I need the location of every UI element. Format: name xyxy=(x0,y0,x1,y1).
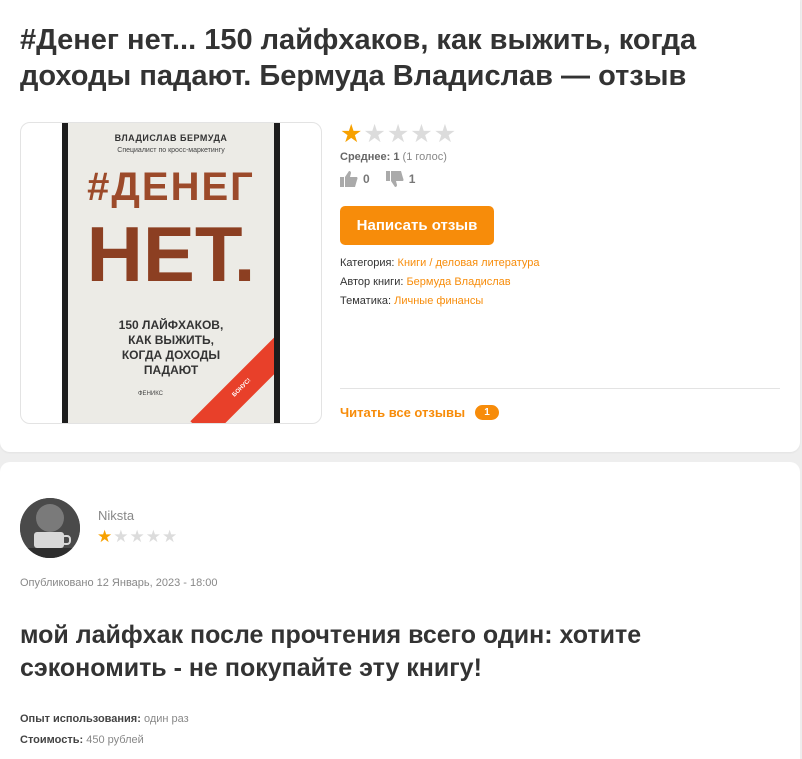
review-rating-stars: ★ ★ ★ ★ ★ xyxy=(97,528,177,546)
book-cover[interactable]: ВЛАДИСЛАВ БЕРМУДА Специалист по кросс-ма… xyxy=(62,123,280,423)
star-icon: ★ xyxy=(113,527,129,546)
category-link[interactable]: Книги / деловая литература xyxy=(398,257,540,269)
cost-row: Стоимость: 450 рублей xyxy=(20,734,144,746)
page-title: #Денег нет... 150 лайфхаков, как выжить,… xyxy=(20,24,697,92)
product-rating-stars[interactable]: ★ ★ ★ ★ ★ xyxy=(340,122,456,147)
average-label: Среднее: 1 xyxy=(340,151,400,163)
votes-count: (1 голос) xyxy=(402,151,447,163)
avatar[interactable] xyxy=(20,498,80,558)
category-row: Категория: Книги / деловая литература xyxy=(340,257,540,269)
author-row: Автор книги: Бермуда Владислав xyxy=(340,276,511,288)
star-icon[interactable]: ★ xyxy=(410,122,432,147)
write-review-button[interactable]: Написать отзыв xyxy=(340,206,494,245)
review-date: Опубликовано 12 Январь, 2023 - 18:00 xyxy=(20,577,218,589)
review-title: мой лайфхак после прочтения всего один: … xyxy=(20,621,642,682)
cost-label: Стоимость: xyxy=(20,734,84,746)
theme-row: Тематика: Личные финансы xyxy=(340,295,483,307)
star-icon: ★ xyxy=(129,527,145,546)
star-icon: ★ xyxy=(162,527,178,546)
star-icon[interactable]: ★ xyxy=(434,122,456,147)
reviews-count-badge: 1 xyxy=(475,405,500,420)
cover-subtitle: Специалист по кросс-маркетингу xyxy=(117,147,225,154)
experience-label: Опыт использования: xyxy=(20,713,141,725)
author-link[interactable]: Бермуда Владислав xyxy=(406,276,510,288)
cost-value: 450 рублей xyxy=(86,734,144,746)
votes-bar: 0 1 xyxy=(340,171,431,187)
star-icon: ★ xyxy=(97,527,113,546)
dislikes-count: 1 xyxy=(408,172,416,186)
experience-row: Опыт использования: один раз xyxy=(20,713,189,725)
cover-title-line1: #ДЕНЕГ xyxy=(87,165,255,209)
likes-count: 0 xyxy=(363,172,370,186)
thumb-down-icon[interactable] xyxy=(385,171,404,187)
star-icon[interactable]: ★ xyxy=(387,122,409,147)
average-rating: Среднее: 1 (1 голос) xyxy=(340,151,447,163)
cover-publisher: ФЕНИКС xyxy=(138,391,163,397)
review-author-name[interactable]: Niksta xyxy=(98,508,134,523)
divider xyxy=(340,388,780,389)
star-icon[interactable]: ★ xyxy=(340,122,362,147)
star-icon[interactable]: ★ xyxy=(363,122,385,147)
theme-link[interactable]: Личные финансы xyxy=(394,295,483,307)
cover-title-line2: НЕТ. xyxy=(86,210,256,298)
read-all-reviews-link[interactable]: Читать все отзывы 1 xyxy=(340,405,500,420)
author-label: Автор книги: xyxy=(340,276,404,288)
theme-label: Тематика: xyxy=(340,295,392,307)
experience-value: один раз xyxy=(143,713,189,725)
read-all-label: Читать все отзывы xyxy=(340,405,466,420)
star-icon: ★ xyxy=(145,527,161,546)
category-label: Категория: xyxy=(340,257,395,269)
thumb-up-icon[interactable] xyxy=(340,171,358,187)
cover-author: ВЛАДИСЛАВ БЕРМУДА xyxy=(114,133,228,143)
